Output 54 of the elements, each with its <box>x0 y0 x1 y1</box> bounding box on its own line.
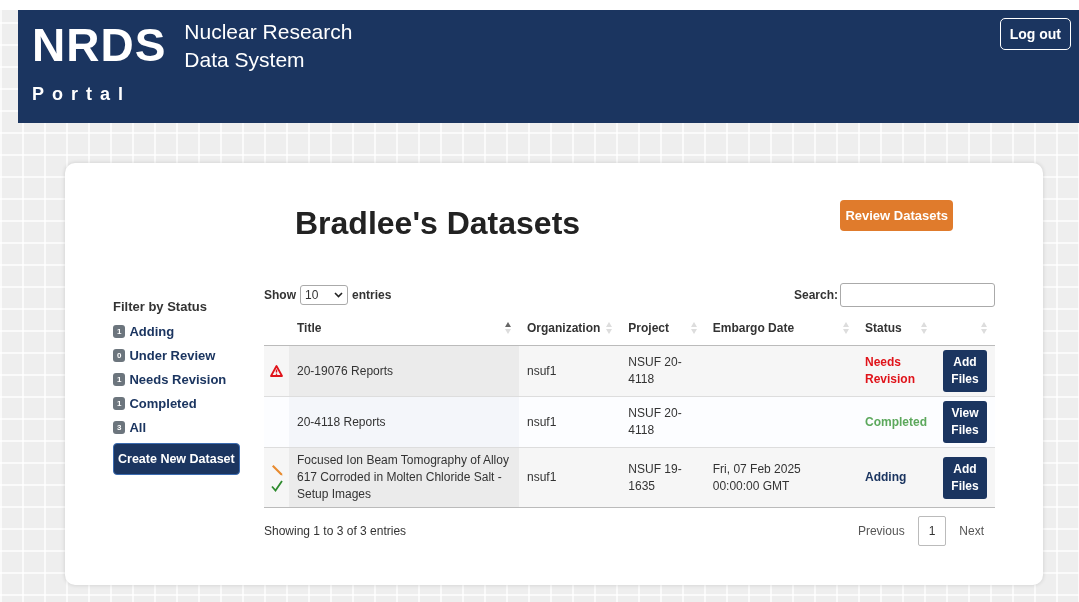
column-header[interactable]: Status <box>864 321 902 335</box>
project-cell: NSUF 20-4118 <box>628 355 682 386</box>
column-header[interactable]: Title <box>297 321 322 335</box>
filter-label: All <box>129 419 147 435</box>
table-info: Showing 1 to 3 of 3 entries <box>264 524 407 538</box>
status-text: Needs Revision <box>864 355 915 386</box>
pagination-button[interactable]: Previous <box>846 516 916 546</box>
chevron-icon <box>334 292 343 298</box>
files-button[interactable]: Add Files <box>943 350 987 392</box>
status-filter-link[interactable]: 1 Needs Revision <box>113 367 244 391</box>
search-field[interactable] <box>840 283 995 307</box>
column-header[interactable]: Organization <box>527 321 601 335</box>
status-filter-link[interactable]: 3 All <box>113 415 244 439</box>
filter-label: Completed <box>129 395 197 411</box>
page-title: Bradlee's Datasets <box>295 203 582 242</box>
count-badge: 1 <box>113 372 126 386</box>
portal-label: Portal <box>32 84 132 105</box>
status-text: Adding <box>864 470 907 484</box>
status-filter-link[interactable]: 0 Under Review <box>113 343 244 367</box>
page-size-select[interactable]: 10 <box>300 285 348 305</box>
organization-cell: nsuf1 <box>527 363 557 378</box>
filter-heading: Filter by Status <box>113 299 208 314</box>
column-header[interactable]: Embargo Date <box>712 321 795 335</box>
title-cell: Focused Ion Beam Tomography of Alloy 617 Corroded in Molten Chloride Salt - Setup Images <box>297 453 509 501</box>
logo-text: NRDS <box>32 22 167 68</box>
sort-icon[interactable] <box>505 322 511 334</box>
show-label: Show <box>264 288 296 302</box>
filter-label: Adding <box>129 323 175 339</box>
date-cell: Fri, 07 Feb 2025 00:00:00 GMT <box>712 461 801 493</box>
count-badge: 1 <box>113 396 126 410</box>
organization-cell: nsuf1 <box>527 470 557 484</box>
filter-label: Under Review <box>129 347 216 363</box>
title-cell: 20-19076 Reports <box>297 363 394 378</box>
count-badge: 0 <box>113 348 126 362</box>
organization-cell: nsuf1 <box>527 414 557 429</box>
search-label: Search: <box>793 288 838 302</box>
status-text: Completed <box>864 414 927 429</box>
site-subtitle: Nuclear Research Data System <box>184 19 353 73</box>
create-dataset-button[interactable]: Create New Dataset <box>113 443 240 475</box>
entries-label: entries <box>352 288 392 302</box>
logout-button[interactable]: Log out <box>999 18 1071 50</box>
filter-label: Needs Revision <box>129 371 227 387</box>
files-button[interactable]: View Files <box>943 401 987 443</box>
status-filter-link[interactable]: 1 Completed <box>113 391 244 415</box>
pagination-button[interactable]: 1 <box>917 516 947 546</box>
title-cell: 20-4118 Reports <box>297 414 386 429</box>
count-badge: 1 <box>113 324 126 338</box>
count-badge: 3 <box>113 420 126 434</box>
files-button[interactable]: Add Files <box>943 456 987 499</box>
column-header[interactable]: Project <box>628 321 670 335</box>
project-cell: NSUF 20-4118 <box>628 406 682 437</box>
project-cell: NSUF 19-1635 <box>628 461 682 493</box>
status-filter-link[interactable]: 1 Adding <box>113 319 244 343</box>
pagination-button[interactable]: Next <box>948 516 995 546</box>
